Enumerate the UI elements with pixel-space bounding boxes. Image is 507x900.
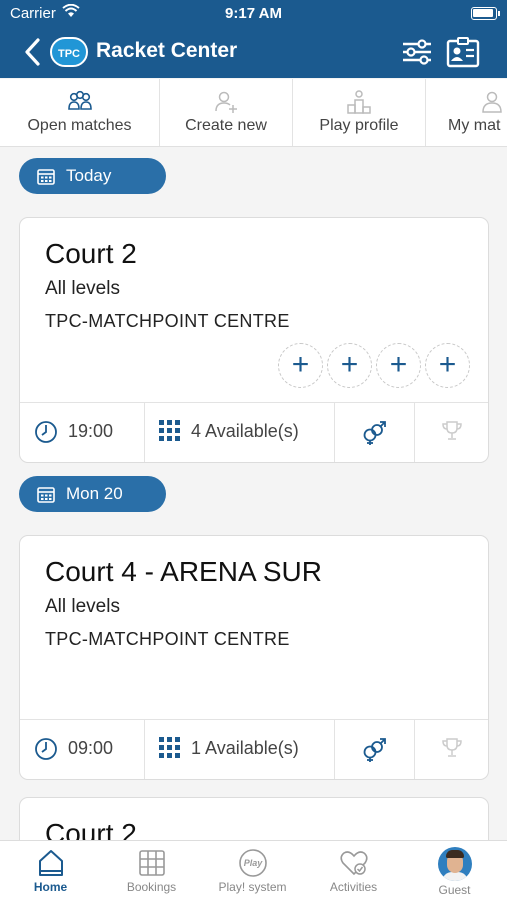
group-icon xyxy=(67,90,92,110)
join-slot-button[interactable]: + xyxy=(425,343,470,388)
nav-play-system[interactable]: Play Play! system xyxy=(202,841,303,900)
club-logo: TPC xyxy=(50,37,88,67)
day-label: Mon 20 xyxy=(66,484,123,503)
clock-icon xyxy=(35,421,57,443)
battery-icon xyxy=(471,7,500,20)
tab-create-new[interactable]: Create new xyxy=(160,79,293,146)
match-levels: All levels xyxy=(45,278,120,299)
gender-button[interactable] xyxy=(335,720,415,779)
nav-bookings[interactable]: Bookings xyxy=(101,841,202,900)
add-person-icon xyxy=(215,91,237,113)
day-label: Today xyxy=(66,166,112,185)
nav-label: Home xyxy=(33,880,68,894)
member-card-icon[interactable] xyxy=(446,36,480,68)
tab-label: Create new xyxy=(185,117,267,134)
availability-label: 1 Available(s) xyxy=(191,738,299,758)
nav-home[interactable]: Home xyxy=(0,841,101,900)
join-slot-button[interactable]: + xyxy=(278,343,323,388)
gender-mixed-icon xyxy=(363,738,386,762)
tab-my-matches[interactable]: My mat xyxy=(426,79,507,146)
status-bar: Carrier 9:17 AM xyxy=(0,0,507,28)
nav-label: Guest xyxy=(438,883,471,897)
page-title: Racket Center xyxy=(96,39,238,62)
gender-button[interactable] xyxy=(335,403,415,462)
day-header-today: Today xyxy=(19,158,166,194)
trophy-button[interactable] xyxy=(415,403,488,462)
filter-sliders-icon[interactable] xyxy=(400,36,434,68)
play-system-icon: Play xyxy=(238,849,267,877)
match-time: 19:00 xyxy=(20,403,145,462)
trophy-icon xyxy=(442,738,462,757)
match-footer: 19:00 4 Available(s) xyxy=(20,402,488,462)
clock-icon xyxy=(35,738,57,760)
calendar-icon xyxy=(37,169,55,185)
court-name: Court 4 - ARENA SUR xyxy=(45,556,322,587)
match-levels: All levels xyxy=(45,596,120,617)
nav-label: Bookings xyxy=(126,880,177,894)
tab-label: Play profile xyxy=(319,117,399,134)
heart-check-icon xyxy=(339,851,368,876)
club-name: TPC-MATCHPOINT CENTRE xyxy=(45,311,290,331)
nav-guest[interactable]: Guest xyxy=(404,841,505,900)
grid-icon xyxy=(159,420,180,441)
match-time: 09:00 xyxy=(20,720,145,779)
join-slot-button[interactable]: + xyxy=(327,343,372,388)
bookings-icon xyxy=(138,850,165,876)
club-name: TPC-MATCHPOINT CENTRE xyxy=(45,629,290,649)
app-header: Carrier 9:17 AM TPC Racket Center xyxy=(0,0,507,78)
tab-label: Open matches xyxy=(27,117,132,134)
availability: 1 Available(s) xyxy=(145,720,335,779)
avatar xyxy=(437,847,472,881)
time-label: 09:00 xyxy=(68,738,114,758)
section-tabs: Open matches Create new Play profile My … xyxy=(0,79,507,147)
time-label: 19:00 xyxy=(68,421,114,441)
home-icon xyxy=(38,850,63,876)
tab-label: My mat xyxy=(448,117,501,134)
nav-label: Activities xyxy=(329,880,378,894)
court-name: Court 2 xyxy=(45,238,137,269)
back-chevron-icon[interactable] xyxy=(20,36,46,68)
match-footer: 09:00 1 Available(s) xyxy=(20,719,488,779)
navbar: TPC Racket Center xyxy=(0,30,507,76)
tab-play-profile[interactable]: Play profile xyxy=(293,79,426,146)
player-slots: + + + + xyxy=(274,343,470,388)
nav-activities[interactable]: Activities xyxy=(303,841,404,900)
trophy-button[interactable] xyxy=(415,720,488,779)
match-card[interactable]: Court 4 - ARENA SUR All levels TPC-MATCH… xyxy=(19,535,489,780)
calendar-icon xyxy=(37,487,55,503)
nav-label: Play! system xyxy=(218,880,287,894)
day-header-mon: Mon 20 xyxy=(19,476,166,512)
gender-mixed-icon xyxy=(363,421,386,445)
availability: 4 Available(s) xyxy=(145,403,335,462)
grid-icon xyxy=(159,737,180,758)
podium-icon xyxy=(347,90,371,114)
availability-label: 4 Available(s) xyxy=(191,421,299,441)
join-slot-button[interactable]: + xyxy=(376,343,421,388)
svg-text:Play: Play xyxy=(243,858,263,868)
trophy-icon xyxy=(442,421,462,440)
status-time: 9:17 AM xyxy=(225,5,282,22)
tab-open-matches[interactable]: Open matches xyxy=(0,79,160,146)
person-icon xyxy=(482,91,502,113)
bottom-tab-bar: Home Bookings Play Play! system Activiti… xyxy=(0,840,507,900)
match-card[interactable]: Court 2 All levels TPC-MATCHPOINT CENTRE… xyxy=(19,217,489,463)
